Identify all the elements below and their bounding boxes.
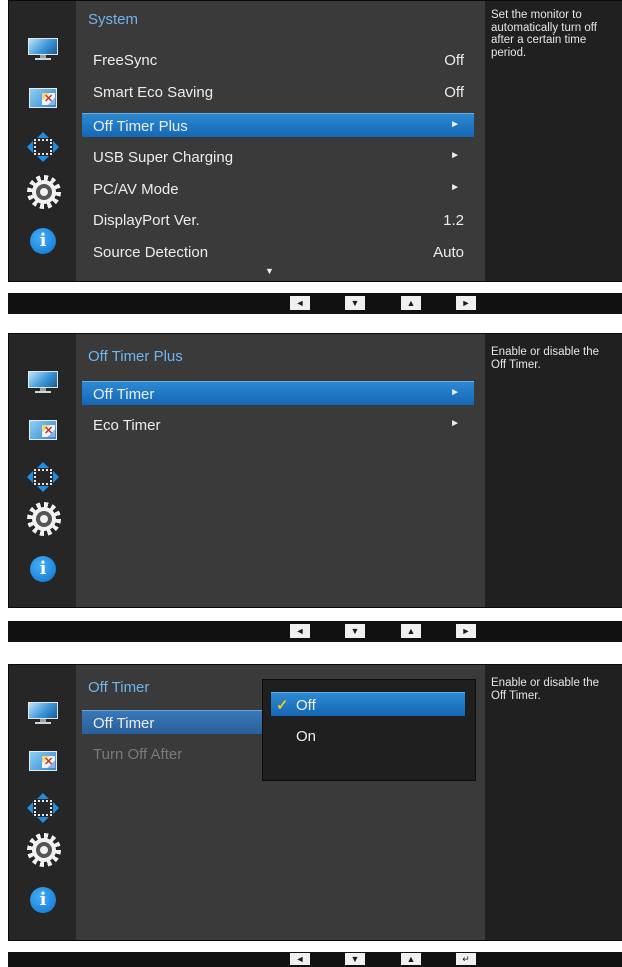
help-text: Enable or disable the Off Timer. — [491, 346, 600, 371]
right-key-icon[interactable]: ► — [456, 624, 476, 638]
menu-item-turn-off-after: Turn Off After — [82, 742, 262, 766]
option-on[interactable]: On — [271, 724, 465, 748]
system-icon[interactable] — [27, 833, 61, 867]
down-key-icon[interactable]: ▼ — [345, 953, 365, 965]
screen-adjust-icon[interactable] — [27, 793, 59, 823]
item-value: Auto — [433, 244, 464, 261]
key-guide-bar: ◄ ▼ ▲ ► — [8, 293, 622, 314]
item-label: FreeSync — [93, 52, 158, 69]
item-label: Off Timer — [93, 715, 155, 732]
menu-item-usb-super-charging[interactable]: USB Super Charging ► — [82, 145, 474, 169]
submenu-arrow-icon: ► — [450, 387, 460, 398]
submenu-arrow-icon: ► — [450, 182, 460, 193]
osd-menu: ✕ i Off Timer Plus Off Timer ► Eco Timer… — [8, 333, 622, 608]
item-label: Source Detection — [93, 244, 209, 261]
color-icon[interactable]: ✕ — [27, 418, 59, 444]
screen-adjust-icon[interactable] — [27, 462, 59, 492]
down-key-icon[interactable]: ▼ — [345, 624, 365, 638]
up-key-icon[interactable]: ▲ — [401, 624, 421, 638]
information-icon[interactable]: i — [30, 556, 56, 582]
off-timer-options-popup: ✓ Off On — [262, 679, 476, 781]
submenu-arrow-icon: ► — [450, 150, 460, 161]
left-key-icon[interactable]: ◄ — [290, 296, 310, 310]
item-label: USB Super Charging — [93, 149, 234, 166]
help-text: Enable or disable the Off Timer. — [491, 677, 600, 702]
item-value: 1.2 — [443, 212, 464, 229]
left-key-icon[interactable]: ◄ — [290, 953, 310, 965]
menu-title: System — [88, 11, 139, 28]
system-icon[interactable] — [27, 175, 61, 209]
menu-item-eco-timer[interactable]: Eco Timer ► — [82, 413, 474, 437]
osd-sidebar: ✕ i — [9, 1, 76, 281]
menu-item-source-detection[interactable]: Source Detection Auto — [82, 240, 474, 264]
osd-menu: ✕ i System FreeSync Off Smart Eco Saving… — [8, 0, 622, 282]
option-off[interactable]: ✓ Off — [271, 692, 465, 716]
osd-sidebar: ✕ i — [9, 665, 76, 940]
menu-title: Off Timer Plus — [88, 348, 183, 365]
right-key-icon[interactable]: ► — [456, 296, 476, 310]
left-key-icon[interactable]: ◄ — [290, 624, 310, 638]
item-label: Eco Timer — [93, 417, 161, 434]
scroll-down-icon[interactable]: ▼ — [265, 266, 274, 276]
item-label: DisplayPort Ver. — [93, 212, 200, 229]
osd-main-list: Off Timer Plus Off Timer ► Eco Timer ► — [76, 334, 485, 607]
system-icon[interactable] — [27, 502, 61, 536]
menu-item-pc-av-mode[interactable]: PC/AV Mode ► — [82, 177, 474, 201]
checkmark-icon: ✓ — [276, 697, 289, 714]
item-value: Off — [444, 52, 464, 69]
submenu-arrow-icon: ► — [450, 119, 460, 130]
option-label: Off — [296, 697, 316, 714]
item-label: Off Timer Plus — [93, 118, 188, 135]
menu-item-freesync[interactable]: FreeSync Off — [82, 48, 474, 72]
item-label: Turn Off After — [93, 746, 183, 763]
color-icon[interactable]: ✕ — [27, 86, 59, 112]
menu-title: Off Timer — [88, 679, 150, 696]
menu-item-displayport-ver[interactable]: DisplayPort Ver. 1.2 — [82, 208, 474, 232]
help-text: Set the monitor to automatically turn of… — [491, 9, 597, 59]
enter-key-icon[interactable]: ↵ — [456, 953, 476, 965]
help-panel: Enable or disable the Off Timer. — [485, 334, 622, 607]
picture-icon[interactable] — [27, 702, 59, 724]
item-label: PC/AV Mode — [93, 181, 179, 198]
information-icon[interactable]: i — [30, 228, 56, 254]
screen-adjust-icon[interactable] — [27, 132, 59, 162]
osd-main-list: System FreeSync Off Smart Eco Saving Off… — [76, 1, 485, 281]
menu-item-off-timer[interactable]: Off Timer — [82, 710, 262, 734]
menu-item-off-timer[interactable]: Off Timer ► — [82, 381, 474, 405]
key-guide-bar: ◄ ▼ ▲ ► — [8, 621, 622, 642]
submenu-arrow-icon: ► — [450, 418, 460, 429]
up-key-icon[interactable]: ▲ — [401, 953, 421, 965]
option-label: On — [296, 728, 317, 745]
key-guide-bar: ◄ ▼ ▲ ↵ — [8, 952, 622, 967]
down-key-icon[interactable]: ▼ — [345, 296, 365, 310]
item-label: Off Timer — [93, 386, 155, 403]
information-icon[interactable]: i — [30, 887, 56, 913]
menu-item-off-timer-plus[interactable]: Off Timer Plus ► — [82, 113, 474, 137]
up-key-icon[interactable]: ▲ — [401, 296, 421, 310]
picture-icon[interactable] — [27, 38, 59, 60]
item-value: Off — [444, 84, 464, 101]
menu-item-smart-eco-saving[interactable]: Smart Eco Saving Off — [82, 80, 474, 104]
item-label: Smart Eco Saving — [93, 84, 214, 101]
picture-icon[interactable] — [27, 371, 59, 393]
color-icon[interactable]: ✕ — [27, 749, 59, 775]
help-panel: Enable or disable the Off Timer. — [485, 665, 622, 940]
help-panel: Set the monitor to automatically turn of… — [485, 1, 622, 281]
osd-sidebar: ✕ i — [9, 334, 76, 607]
